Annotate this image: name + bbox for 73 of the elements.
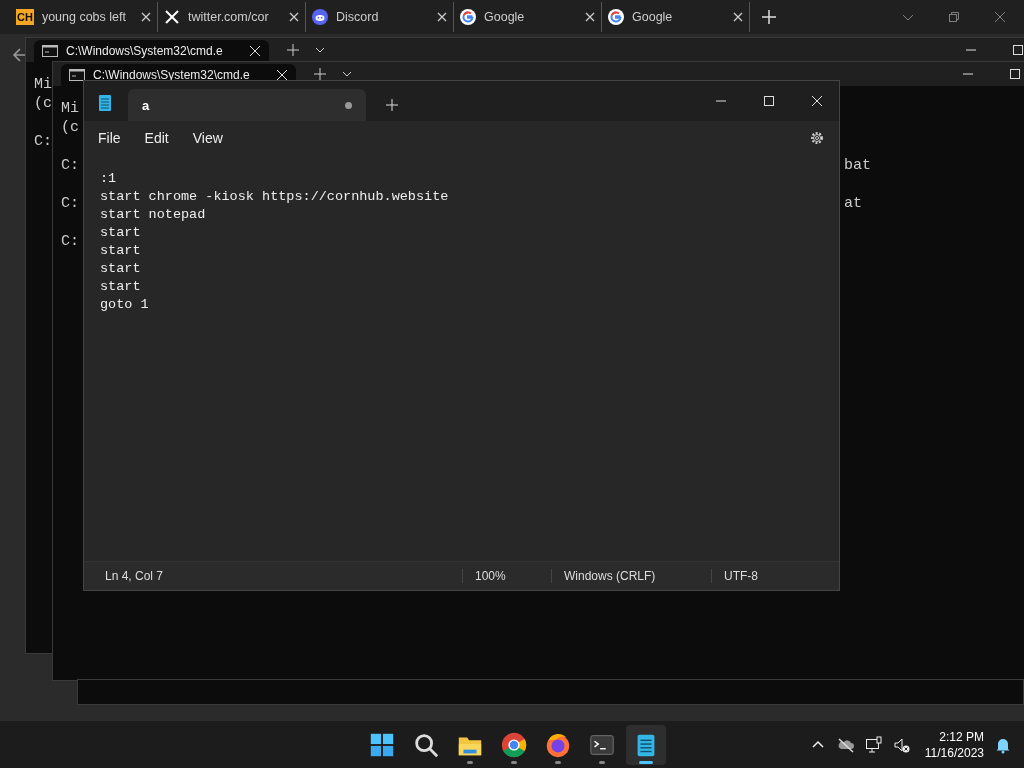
text-line: start: [100, 242, 142, 260]
close-icon[interactable]: [733, 12, 743, 22]
document-tab[interactable]: a: [128, 89, 366, 121]
zoom-level: 100%: [462, 569, 551, 583]
dropdown-icon[interactable]: [315, 45, 325, 55]
close-icon[interactable]: [249, 45, 261, 57]
menu-item[interactable]: File: [92, 126, 127, 150]
settings-icon[interactable]: [809, 130, 825, 146]
folder-icon: [458, 737, 482, 755]
console-line: Mi: [34, 75, 52, 94]
console-line: C:: [61, 194, 79, 213]
console-line: C:: [61, 232, 79, 251]
maximize-icon[interactable]: [763, 95, 775, 107]
console-line: (c: [34, 94, 52, 113]
browser-tab[interactable]: Discord: [306, 2, 454, 32]
text-editor[interactable]: :1 start chrome -kiosk https://cornhub.website start notepad start start start start goto 1: [84, 155, 839, 561]
windows-start-icon: [370, 733, 394, 756]
console-line: bat: [844, 156, 871, 175]
command-prompt-icon: [42, 45, 58, 57]
terminal-icon: [590, 734, 614, 755]
new-tab-icon[interactable]: [386, 99, 398, 111]
browser-tab[interactable]: Google: [454, 2, 602, 32]
browser-tab[interactable]: Google: [602, 2, 750, 32]
menu-item[interactable]: Edit: [138, 126, 175, 150]
text-line: :1: [100, 170, 118, 188]
google-icon: [608, 9, 624, 25]
new-tab-icon[interactable]: [314, 68, 326, 80]
firefox-icon: [546, 733, 570, 757]
site-logo-icon: CH: [16, 9, 34, 25]
new-tab-icon[interactable]: [762, 10, 776, 24]
cloud-off-icon[interactable]: [836, 735, 855, 754]
clock-time[interactable]: 2:12 PM: [939, 728, 984, 745]
x-logo-icon: [164, 9, 180, 25]
back-arrow-icon[interactable]: [12, 47, 28, 63]
network-icon[interactable]: [864, 735, 883, 754]
encoding: UTF-8: [711, 569, 758, 583]
discord-icon: [312, 9, 328, 25]
text-line: start: [100, 278, 142, 296]
text-line: start: [100, 224, 142, 242]
close-icon[interactable]: [276, 69, 288, 81]
browser-tab[interactable]: CH young cobs left: [10, 2, 158, 32]
notepad-icon: [637, 734, 655, 756]
command-prompt-icon: [69, 69, 85, 81]
text-line: start notepad: [100, 206, 207, 224]
text-line: goto 1: [100, 296, 150, 314]
menu-item[interactable]: View: [186, 126, 229, 150]
maximize-icon[interactable]: [1012, 44, 1024, 56]
close-icon[interactable]: [437, 12, 447, 22]
console-line: Mi: [61, 99, 79, 118]
taskbar-button[interactable]: [626, 724, 666, 765]
terminal-tab[interactable]: C:\Windows\System32\cmd.e: [34, 40, 269, 62]
text-line: start: [100, 260, 142, 278]
console-line: C:: [61, 156, 79, 175]
browser-tab[interactable]: twitter.com/cor: [158, 2, 306, 32]
chrome-icon: [501, 732, 527, 757]
close-icon[interactable]: [141, 12, 151, 22]
text-line: start chrome -kiosk https://cornhub.website: [100, 188, 450, 206]
close-icon[interactable]: [289, 12, 299, 22]
close-icon[interactable]: [585, 12, 595, 22]
console-line: (c: [61, 118, 79, 137]
close-icon[interactable]: [811, 95, 823, 107]
google-icon: [460, 9, 476, 25]
console-line: at: [844, 194, 862, 213]
cursor-position: Ln 4, Col 7: [104, 569, 165, 583]
new-tab-icon[interactable]: [287, 44, 299, 56]
maximize-icon[interactable]: [1009, 68, 1021, 80]
search-icon: [415, 733, 439, 757]
notepad-icon: [96, 94, 114, 112]
dropdown-icon[interactable]: [342, 69, 352, 79]
clock-date[interactable]: 11/16/2023: [924, 744, 984, 761]
line-ending: Windows (CRLF): [551, 569, 711, 583]
console-line: C:: [34, 132, 52, 151]
restore-icon[interactable]: [948, 11, 960, 23]
